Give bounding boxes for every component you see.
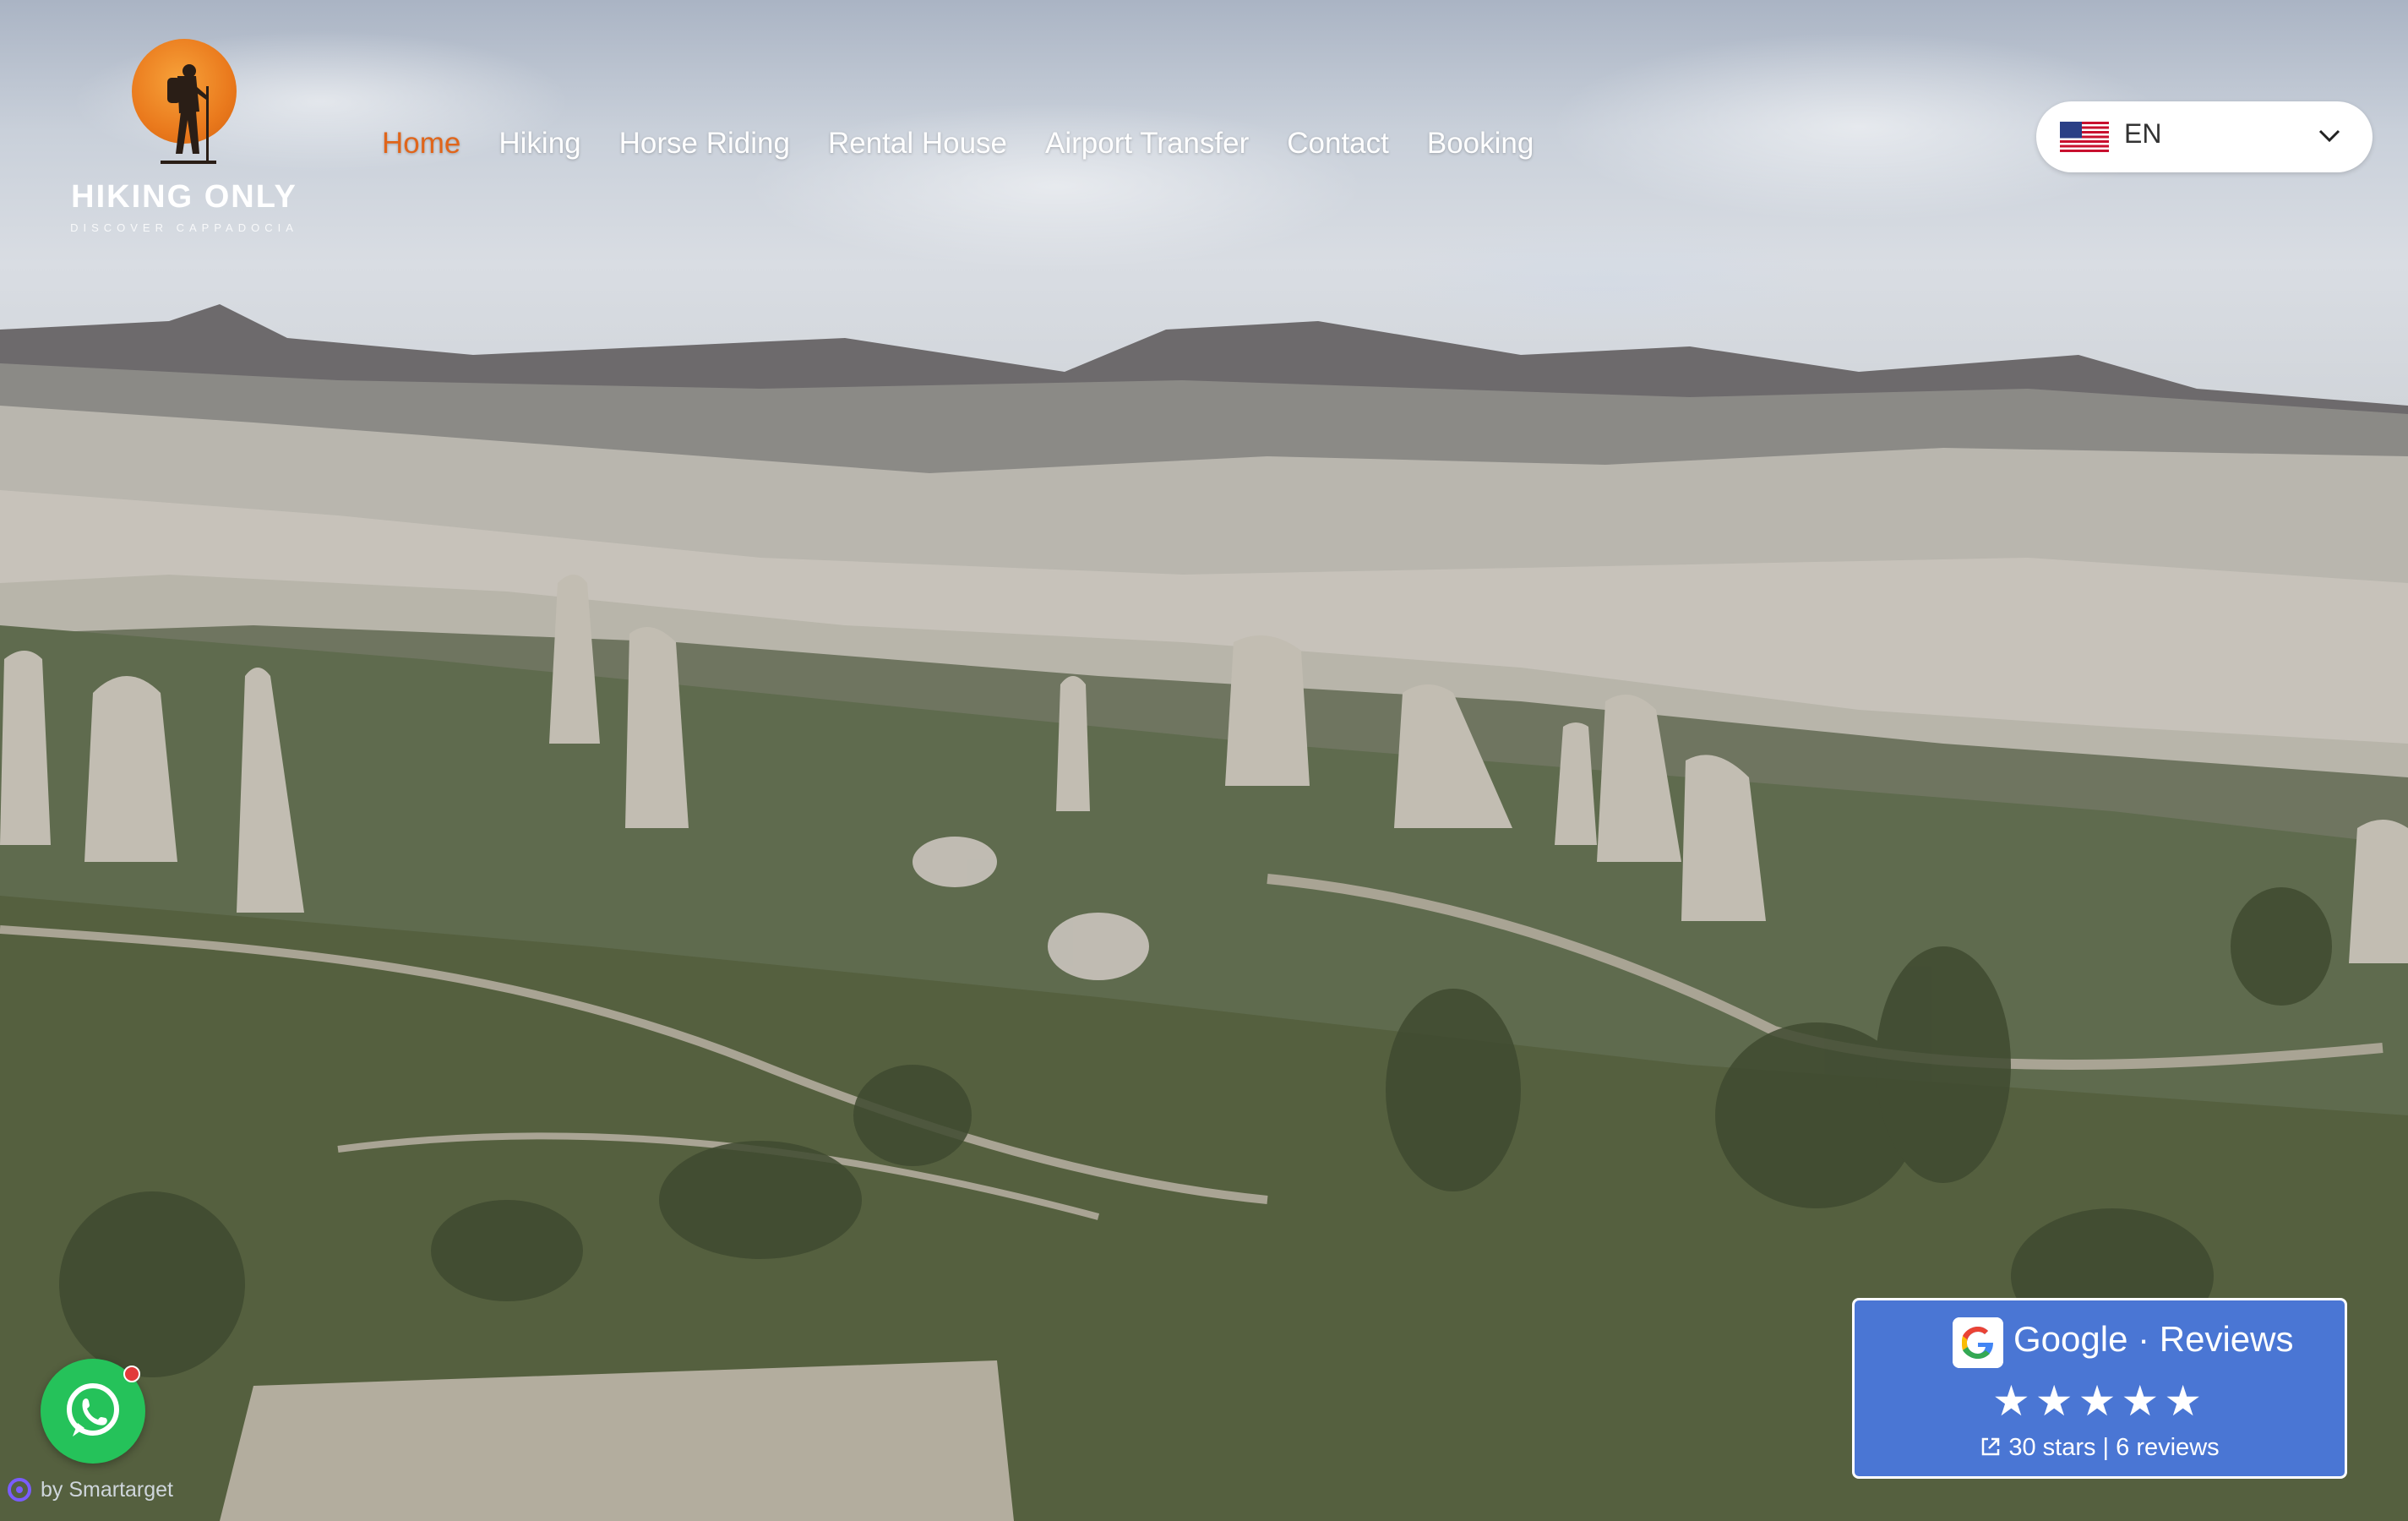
nav-home[interactable]: Home — [382, 127, 460, 161]
reviews-count: 30 stars | 6 reviews — [2008, 1434, 2220, 1461]
nav-booking[interactable]: Booking — [1427, 127, 1534, 161]
reviews-title: Google · Reviews — [2013, 1319, 2294, 1359]
us-flag-icon — [2060, 122, 2109, 152]
brand-logo[interactable]: HIKING ONLY DISCOVER CAPPADOCIA — [66, 37, 302, 240]
smartarget-icon — [8, 1478, 31, 1502]
google-reviews-widget[interactable]: Google · Reviews ★★★★★ 30 stars | 6 revi… — [1852, 1298, 2347, 1479]
main-nav: Home Hiking Horse Riding Rental House Ai… — [382, 127, 1572, 161]
language-code: EN — [2124, 118, 2162, 149]
notification-dot — [123, 1366, 140, 1382]
nav-airport-transfer[interactable]: Airport Transfer — [1045, 127, 1249, 161]
language-selector[interactable]: EN — [2036, 101, 2373, 172]
smartarget-label: by Smartarget — [41, 1477, 174, 1502]
brand-name: HIKING ONLY — [71, 179, 297, 215]
nav-rental-house[interactable]: Rental House — [828, 127, 1007, 161]
brand-tagline: DISCOVER CAPPADOCIA — [70, 221, 298, 234]
google-icon — [1953, 1317, 2003, 1368]
whatsapp-icon — [67, 1383, 119, 1436]
external-link-icon — [1982, 1437, 2000, 1456]
nav-hiking[interactable]: Hiking — [498, 127, 580, 161]
reviews-meta: 30 stars | 6 reviews — [1855, 1434, 2345, 1462]
hero-background — [0, 0, 2408, 1521]
chevron-down-icon[interactable] — [2318, 128, 2340, 144]
nav-contact[interactable]: Contact — [1287, 127, 1389, 161]
rating-stars: ★★★★★ — [1991, 1377, 2208, 1425]
smartarget-credit[interactable]: by Smartarget — [7, 1477, 173, 1502]
hiker-icon — [161, 64, 216, 164]
nav-horse-riding[interactable]: Horse Riding — [619, 127, 790, 161]
